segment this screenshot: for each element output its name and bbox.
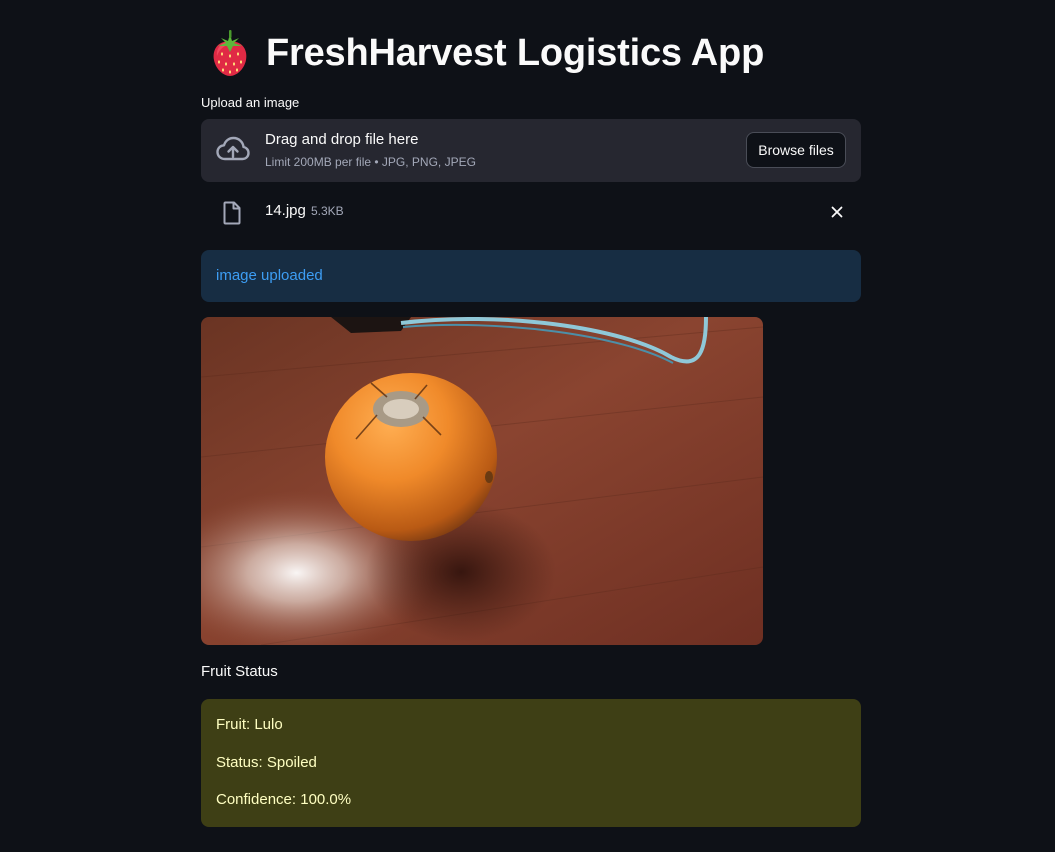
confidence-line: Confidence: 100.0%	[216, 791, 352, 808]
warning-alert: Fruit: Lulo Status: Spoiled Confidence: …	[201, 699, 861, 827]
fruit-status-heading: Fruit Status	[201, 663, 278, 680]
info-alert: image uploaded	[201, 250, 861, 302]
info-message: image uploaded	[216, 267, 323, 284]
status-line: Status: Spoiled	[216, 754, 317, 771]
dropzone-subtitle: Limit 200MB per file • JPG, PNG, JPEG	[265, 155, 476, 169]
page-title: FreshHarvest Logistics App	[266, 31, 765, 74]
close-icon[interactable]	[829, 204, 845, 220]
fruit-line: Fruit: Lulo	[216, 716, 283, 733]
uploaded-image	[201, 317, 763, 645]
dropzone-title: Drag and drop file here	[265, 131, 419, 148]
cloud-upload-icon	[216, 136, 250, 161]
file-dropzone[interactable]: Drag and drop file here Limit 200MB per …	[201, 119, 861, 182]
strawberry-icon	[213, 30, 247, 76]
file-icon	[223, 201, 241, 225]
browse-files-button[interactable]: Browse files	[746, 132, 846, 168]
file-size: 5.3KB	[311, 204, 344, 218]
uploaded-file-row: 14.jpg 5.3KB	[201, 193, 861, 231]
file-name: 14.jpg	[265, 202, 306, 219]
fruit-photo	[201, 317, 763, 645]
uploader-label: Upload an image	[201, 95, 300, 110]
page-header: FreshHarvest Logistics App	[201, 26, 764, 80]
